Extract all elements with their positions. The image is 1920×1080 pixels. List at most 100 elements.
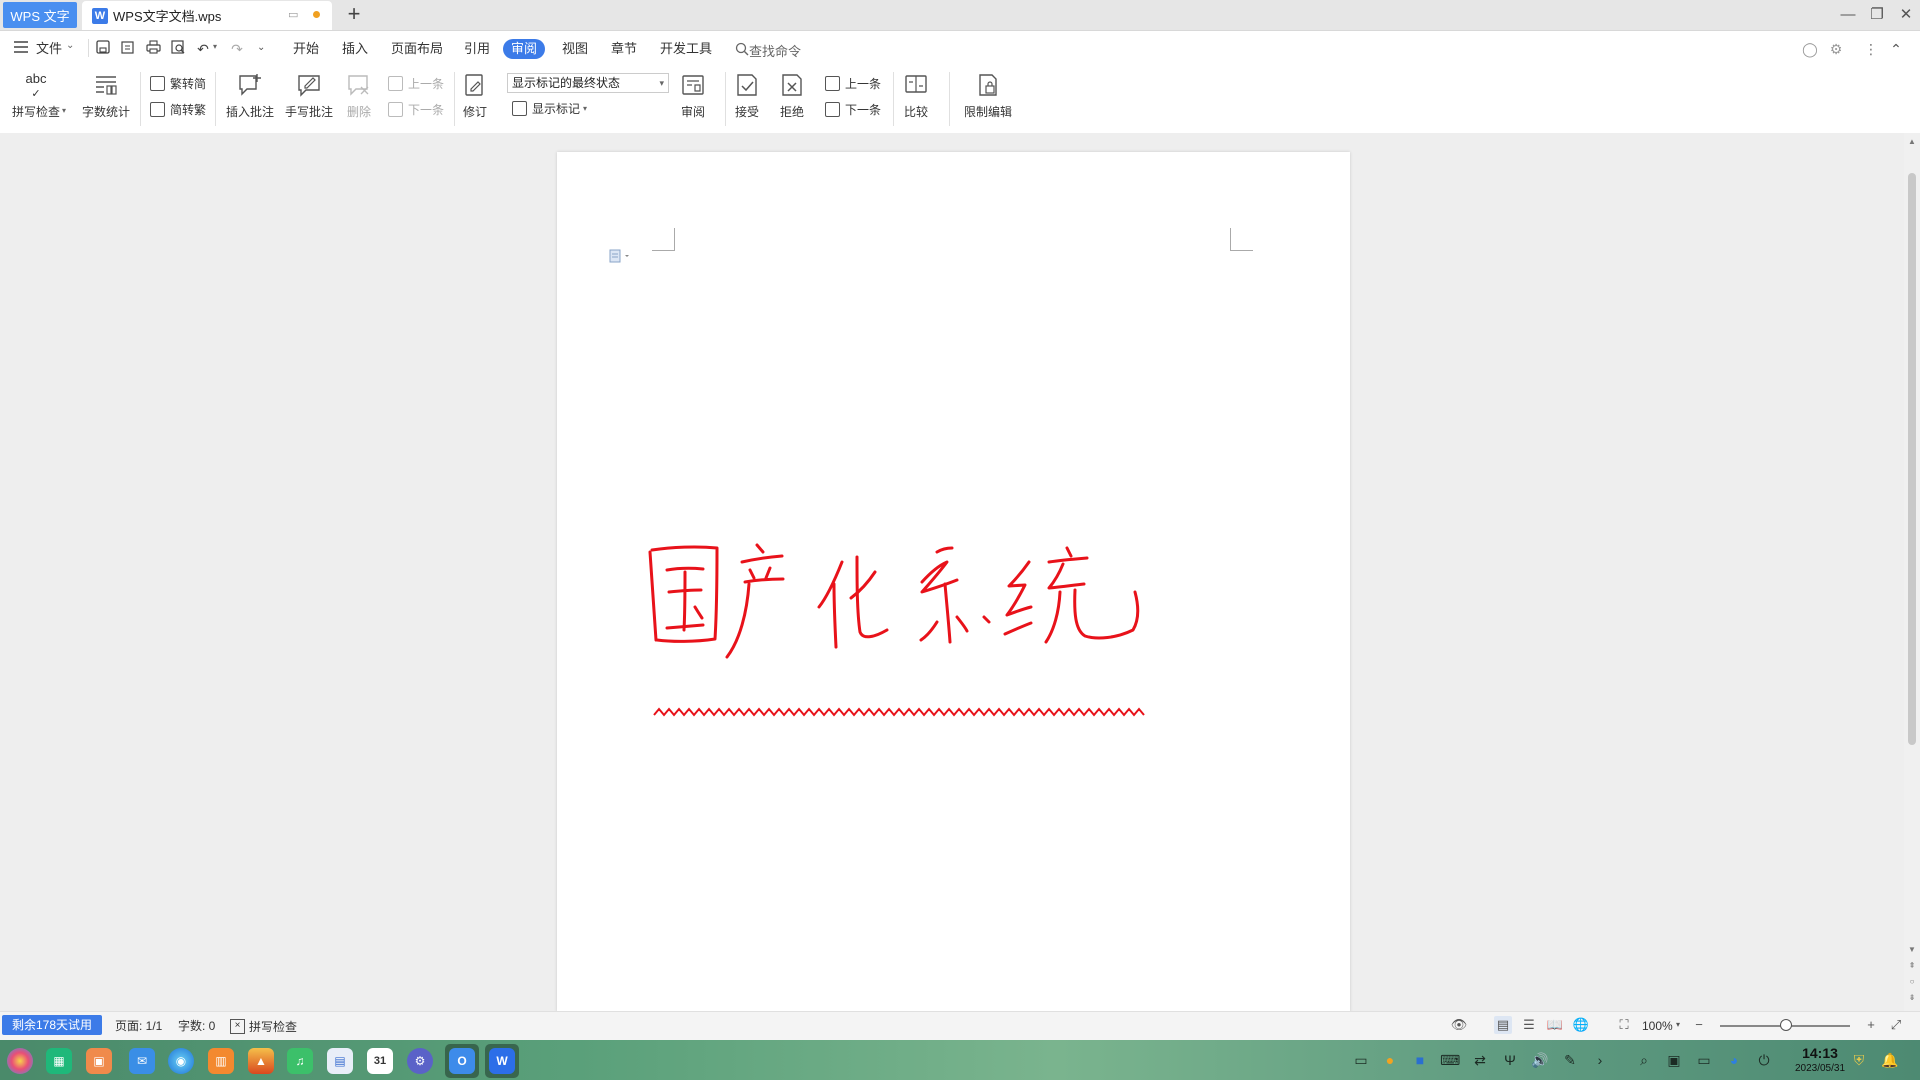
web-view-icon[interactable]: 🌐 xyxy=(1572,1016,1590,1034)
chevron-down-icon[interactable]: ▾ xyxy=(1676,1020,1680,1029)
compare-button[interactable]: 比较 xyxy=(903,72,929,120)
minimize-button[interactable]: — xyxy=(1833,4,1863,26)
restore-button[interactable]: ❐ xyxy=(1862,4,1892,26)
usb-icon[interactable]: Ψ xyxy=(1500,1050,1520,1070)
volume-icon[interactable]: 🔊 xyxy=(1530,1050,1550,1070)
start-menu-icon[interactable] xyxy=(7,1048,33,1074)
zoom-slider-handle[interactable] xyxy=(1780,1019,1792,1031)
power-icon[interactable]: ⏻ xyxy=(1754,1050,1774,1070)
calendar-icon[interactable]: 31 xyxy=(367,1048,393,1074)
clock-time[interactable]: 14:13 xyxy=(1790,1045,1850,1061)
review-pane-button[interactable]: 审阅 xyxy=(680,72,706,120)
file-menu[interactable]: 文件 xyxy=(36,39,62,59)
undo-icon[interactable]: ↶ xyxy=(194,40,212,58)
tab-review[interactable]: 审阅 xyxy=(503,39,545,59)
scroll-up-icon[interactable]: ▲ xyxy=(1907,137,1917,147)
tab-developer[interactable]: 开发工具 xyxy=(660,39,712,59)
track-changes-button[interactable]: 修订 xyxy=(462,72,488,120)
word-count-indicator[interactable]: 字数: 0 xyxy=(178,1018,215,1034)
fullscreen-icon[interactable]: ⤢ xyxy=(1887,1016,1905,1034)
page-view-icon[interactable]: ▤ xyxy=(1494,1016,1512,1034)
document-viewer-icon[interactable]: ▤ xyxy=(327,1048,353,1074)
input-method-icon[interactable]: ● xyxy=(1380,1050,1400,1070)
save-icon[interactable] xyxy=(94,40,112,58)
close-button[interactable]: ✕ xyxy=(1891,4,1920,26)
app-store-icon[interactable]: ▣ xyxy=(86,1048,112,1074)
security-shield-icon[interactable]: ⛨ xyxy=(1849,1050,1869,1070)
package-icon[interactable]: ▥ xyxy=(208,1048,234,1074)
clock-date[interactable]: 2023/05/31 xyxy=(1780,1063,1860,1074)
next-change-button[interactable]: 下一条 xyxy=(825,101,881,118)
tab-references[interactable]: 引用 xyxy=(464,39,490,59)
scrollbar-thumb[interactable] xyxy=(1908,173,1916,745)
accept-button[interactable]: 接受 xyxy=(734,72,760,120)
app-menu-button[interactable]: WPS 文字 xyxy=(3,2,77,28)
zoom-level[interactable]: 100% xyxy=(1642,1018,1673,1034)
file-manager-icon[interactable]: ▦ xyxy=(46,1048,72,1074)
pen-icon[interactable]: ✎ xyxy=(1560,1050,1580,1070)
mail-icon[interactable]: ✉ xyxy=(129,1048,155,1074)
more-vertical-icon[interactable]: ⋮ xyxy=(1862,40,1880,58)
monitor-icon[interactable]: ▭ xyxy=(288,8,301,21)
chevron-right-icon[interactable]: › xyxy=(1590,1050,1610,1070)
chevron-down-icon[interactable]: ⌄ xyxy=(66,40,74,51)
image-viewer-icon[interactable]: ▲ xyxy=(248,1048,274,1074)
delete-comment-button[interactable]: 删除 xyxy=(346,72,372,120)
scroll-down-icon[interactable]: ▼ xyxy=(1907,945,1917,955)
reading-view-icon[interactable]: 📖 xyxy=(1546,1016,1564,1034)
collapse-ribbon-icon[interactable]: ⌃ xyxy=(1887,40,1905,58)
chat-icon[interactable]: ◯ xyxy=(1801,40,1819,58)
new-tab-button[interactable]: + xyxy=(342,3,366,27)
print-preview-icon[interactable] xyxy=(169,40,187,58)
browser-icon[interactable]: ◉ xyxy=(168,1048,194,1074)
screenshot-icon[interactable]: ▣ xyxy=(1664,1050,1684,1070)
notification-bell-icon[interactable]: 🔔 xyxy=(1880,1050,1900,1070)
multitask-icon[interactable]: ▭ xyxy=(1694,1050,1714,1070)
print-icon[interactable] xyxy=(144,40,162,58)
hamburger-icon[interactable] xyxy=(14,41,30,55)
customize-toolbar-icon[interactable]: ⌄ xyxy=(257,42,265,53)
reject-button[interactable]: 拒绝 xyxy=(779,72,805,120)
browse-object-icon[interactable]: ○ xyxy=(1907,977,1917,987)
handwriting-ink[interactable] xyxy=(557,152,1350,1012)
simp-to-trad-button[interactable]: 简转繁 xyxy=(150,101,206,118)
desktop-icon[interactable]: ▭ xyxy=(1351,1050,1371,1070)
keyboard-icon[interactable]: ⌨ xyxy=(1440,1050,1460,1070)
music-icon[interactable]: ♫ xyxy=(287,1048,313,1074)
prev-comment-button[interactable]: 上一条 xyxy=(388,75,444,92)
settings-gear-icon[interactable]: ⚙ xyxy=(1827,40,1845,58)
network-transfer-icon[interactable]: ⇄ xyxy=(1470,1050,1490,1070)
page-indicator[interactable]: 页面: 1/1 xyxy=(115,1018,162,1034)
zoom-out-icon[interactable]: − xyxy=(1690,1016,1708,1034)
tab-insert[interactable]: 插入 xyxy=(342,39,368,59)
search-icon[interactable]: ⌕ xyxy=(1634,1050,1654,1070)
tab-view[interactable]: 视图 xyxy=(562,39,588,59)
outline-view-icon[interactable]: ☰ xyxy=(1520,1016,1538,1034)
export-pdf-icon[interactable] xyxy=(119,40,137,58)
prev-change-button[interactable]: 上一条 xyxy=(825,75,881,92)
markup-state-select[interactable]: 显示标记的最终状态 ▾ xyxy=(507,73,669,93)
zoom-in-icon[interactable]: + xyxy=(1862,1016,1880,1034)
trial-badge[interactable]: 剩余178天试用 xyxy=(2,1015,102,1035)
eye-protection-icon[interactable]: 👁 xyxy=(1450,1016,1468,1034)
document-page[interactable] xyxy=(557,152,1350,1012)
wps-office-icon[interactable]: O xyxy=(449,1048,475,1074)
next-comment-button[interactable]: 下一条 xyxy=(388,101,444,118)
spell-check-button[interactable]: abc ✓ 拼写检查 xyxy=(12,72,60,120)
prev-page-icon[interactable]: ⇞ xyxy=(1907,961,1917,971)
insert-comment-button[interactable]: 插入批注 xyxy=(226,72,274,120)
tab-section[interactable]: 章节 xyxy=(611,39,637,59)
network-icon[interactable]: ◕ xyxy=(1724,1050,1744,1070)
settings-icon[interactable]: ⚙ xyxy=(407,1048,433,1074)
tab-page-layout[interactable]: 页面布局 xyxy=(391,39,443,59)
word-count-button[interactable]: 字数统计 xyxy=(82,72,130,120)
trad-to-simp-button[interactable]: 繁转简 xyxy=(150,75,206,92)
redo-icon[interactable]: ↷ xyxy=(228,40,246,58)
fit-page-icon[interactable]: ⛶ xyxy=(1615,1016,1633,1034)
notes-icon[interactable]: ■ xyxy=(1410,1050,1430,1070)
next-page-icon[interactable]: ⇟ xyxy=(1907,993,1917,1003)
search-command[interactable]: 查找命令 xyxy=(735,40,801,60)
show-markup-button[interactable]: 显示标记 ▾ xyxy=(512,100,587,117)
wps-writer-taskbar-icon[interactable]: W xyxy=(489,1048,515,1074)
chevron-down-icon[interactable]: ▾ xyxy=(62,106,66,115)
